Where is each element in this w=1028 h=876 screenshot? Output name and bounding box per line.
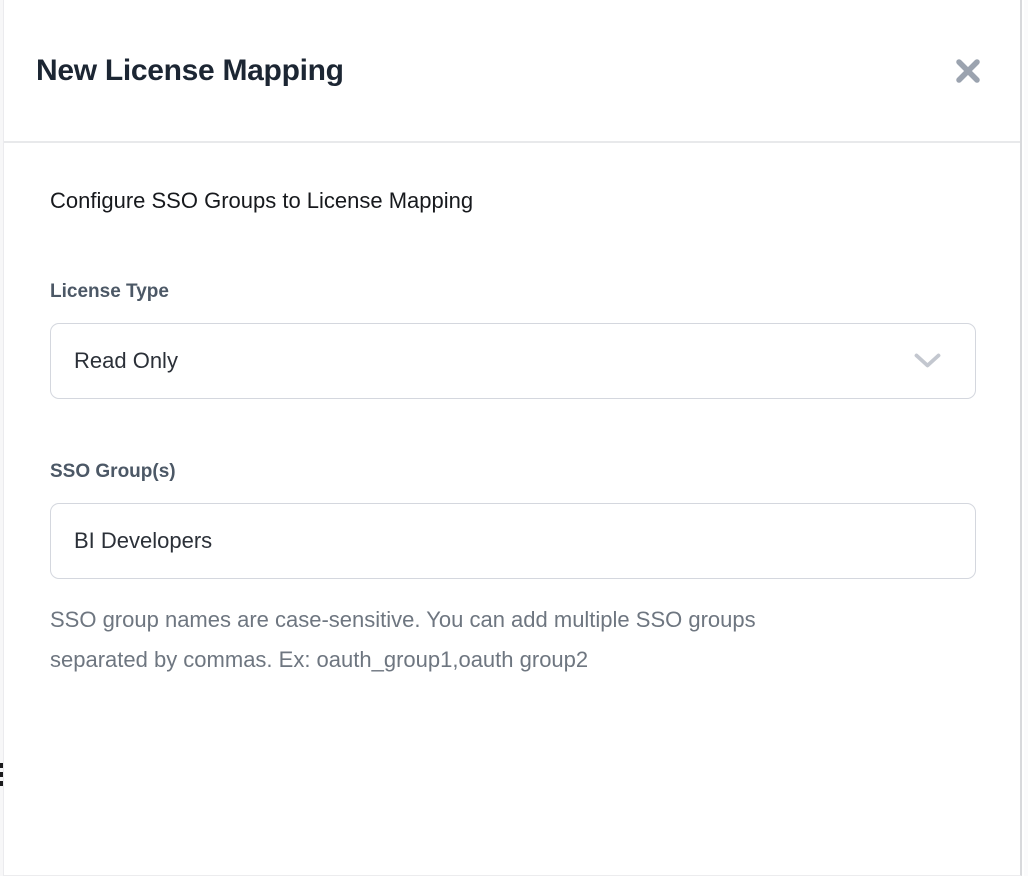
- modal-body: Configure SSO Groups to License Mapping …: [4, 187, 1020, 680]
- chevron-down-icon: [914, 353, 941, 369]
- sso-groups-input[interactable]: [50, 503, 976, 579]
- close-icon: [955, 58, 981, 84]
- modal-title: New License Mapping: [36, 54, 344, 88]
- license-type-label: License Type: [50, 281, 976, 303]
- new-license-mapping-modal: New License Mapping Configure SSO Groups…: [4, 0, 1022, 876]
- menu-icon-fragment: [0, 763, 3, 768]
- sso-groups-help-line: separated by commas. Ex: oauth_group1,oa…: [50, 640, 976, 680]
- sso-groups-help: SSO group names are case-sensitive. You …: [50, 600, 976, 680]
- modal-header: New License Mapping: [4, 0, 1020, 143]
- sso-groups-label: SSO Group(s): [50, 461, 976, 483]
- license-type-select[interactable]: Read Only: [50, 323, 976, 399]
- license-type-value: Read Only: [74, 348, 178, 374]
- form-heading: Configure SSO Groups to License Mapping: [50, 187, 976, 214]
- close-button[interactable]: [950, 53, 986, 89]
- sso-groups-help-line: SSO group names are case-sensitive. You …: [50, 600, 976, 640]
- background-page-sliver: [1024, 0, 1028, 876]
- menu-icon-fragment: [0, 772, 3, 777]
- background-page-sliver: [0, 0, 4, 876]
- menu-icon-fragment: [0, 781, 3, 786]
